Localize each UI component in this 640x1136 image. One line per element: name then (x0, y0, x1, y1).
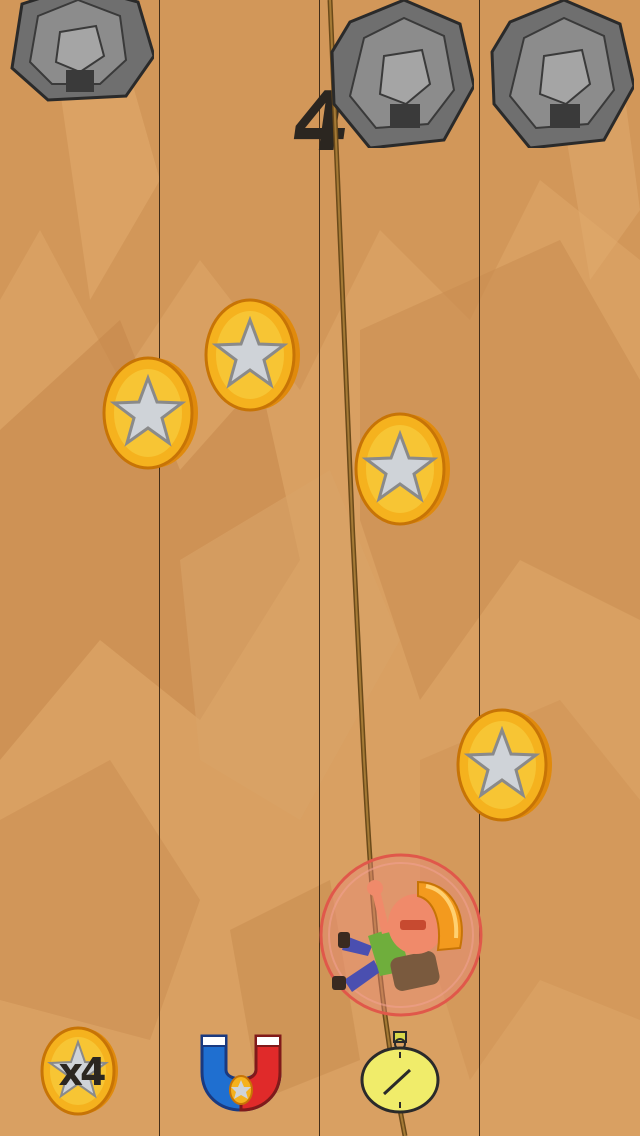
star-coin (204, 298, 300, 412)
magnet-powerup[interactable] (196, 1030, 286, 1112)
star-coin (354, 412, 450, 526)
star-coin (456, 708, 552, 822)
climber-player (319, 853, 483, 1017)
stopwatch-powerup[interactable] (358, 1030, 442, 1114)
lane-divider (159, 0, 160, 1136)
game-screen[interactable]: 4 x4 (0, 0, 640, 1136)
coin-multiplier-powerup[interactable] (40, 1026, 120, 1116)
falling-rock (10, 0, 154, 102)
star-coin (102, 356, 198, 470)
falling-rock (490, 0, 634, 148)
falling-rock (330, 0, 474, 148)
